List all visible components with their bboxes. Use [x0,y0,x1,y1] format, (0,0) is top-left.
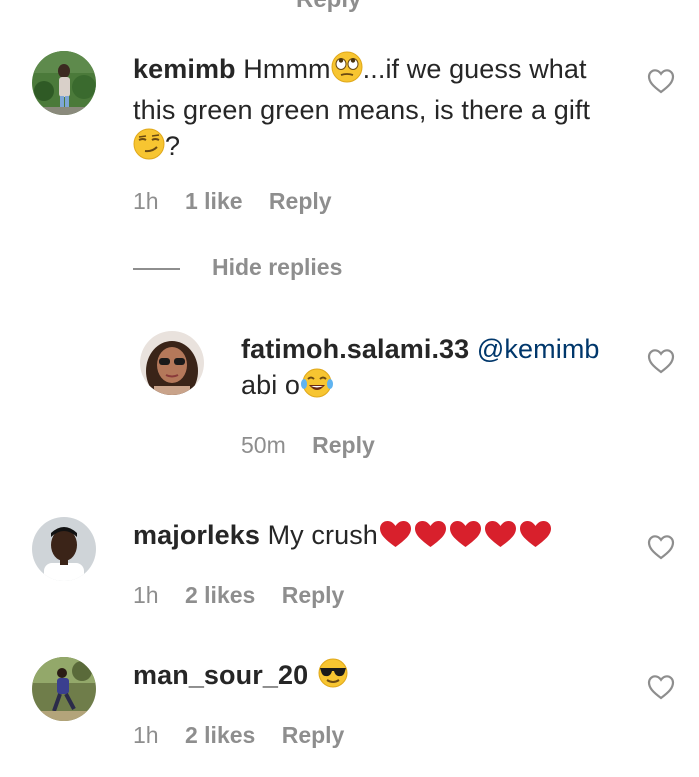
timestamp: 1h [133,188,159,214]
smirk-emoji-icon [133,128,165,169]
timestamp: 50m [241,432,286,458]
heart-outline-icon[interactable] [647,534,675,560]
comment-body: My crush [267,520,378,550]
sunglasses-emoji-icon [316,657,350,698]
heart-outline-icon[interactable] [647,674,675,700]
reply-button[interactable]: Reply [282,582,345,608]
comment-meta: 1h 2 likes Reply [133,722,364,749]
reply-button[interactable]: Reply [282,722,345,748]
comment-meta: 1h 2 likes Reply [133,582,364,609]
likes-count[interactable]: 2 likes [185,722,255,748]
red-heart-emoji-icon [483,519,518,558]
red-heart-emoji-icon [378,519,413,558]
comment-text: kemimb Hmmm ...if we guess what this gree… [133,51,613,169]
username[interactable]: majorleks [133,520,260,550]
reply-button[interactable]: Reply [269,188,332,214]
heart-outline-icon[interactable] [647,68,675,94]
eye-roll-emoji-icon [331,51,363,92]
reply-button[interactable]: Reply [312,432,375,458]
comment-body: abi o [241,370,301,400]
username[interactable]: kemimb [133,54,236,84]
mention-link[interactable]: @kemimb [477,334,600,364]
comment-body-start: Hmmm [243,54,331,84]
username[interactable]: man_sour_20 [133,660,308,690]
username[interactable]: fatimoh.salami.33 [241,334,469,364]
comment-text: fatimoh.salami.33 @kemimb abi o [241,331,621,408]
comment-body-end: ? [165,131,181,161]
previous-reply-link-cutoff[interactable]: Reply [296,0,361,14]
comment-meta: 50m Reply [241,432,395,459]
likes-count[interactable]: 1 like [185,188,243,214]
avatar[interactable] [32,517,96,581]
comment-text: man_sour_20 [133,657,613,698]
comment-meta: 1h 1 like Reply [133,188,352,215]
timestamp: 1h [133,722,159,748]
hide-replies-line [133,268,180,270]
timestamp: 1h [133,582,159,608]
red-heart-emoji-icon [448,519,483,558]
comment-text: majorleks My crush [133,517,613,558]
red-heart-emoji-icon [518,519,553,558]
avatar[interactable] [32,657,96,721]
tears-of-joy-emoji-icon [300,367,334,408]
red-heart-emoji-icon [413,519,448,558]
heart-outline-icon[interactable] [647,348,675,374]
avatar[interactable] [140,331,204,395]
avatar[interactable] [32,51,96,115]
likes-count[interactable]: 2 likes [185,582,255,608]
hide-replies-label[interactable]: Hide replies [212,254,342,281]
